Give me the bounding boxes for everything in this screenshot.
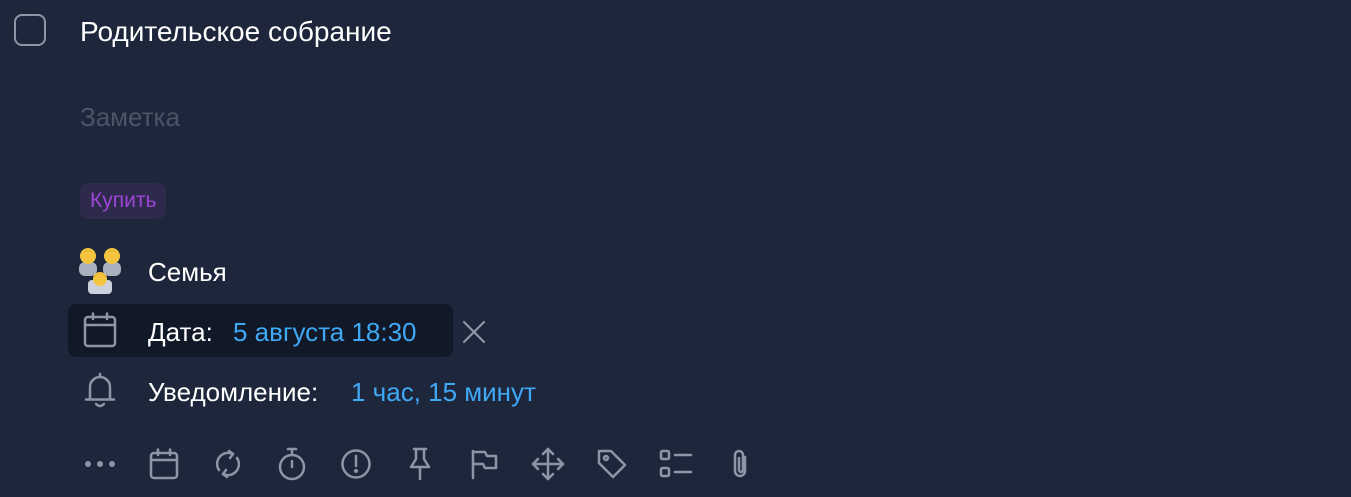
flag-icon[interactable] [452,440,516,488]
repeat-icon[interactable] [196,440,260,488]
date-label: Дата: [148,317,213,347]
note-field[interactable]: Заметка [80,100,180,134]
reminder-value[interactable]: 1 час, 15 минут [351,375,536,409]
family-emoji-icon [70,246,130,294]
priority-icon[interactable] [324,440,388,488]
close-icon[interactable] [458,314,490,350]
reminder-label: Уведомление: [148,377,319,407]
more-icon[interactable] [68,440,132,488]
tag-chip[interactable]: Купить [80,183,167,219]
tag-icon[interactable] [580,440,644,488]
calendar-icon [70,306,130,354]
task-checkbox[interactable] [14,14,46,46]
task-toolbar [68,440,772,488]
date-value[interactable]: 5 августа 18:30 [233,315,417,349]
pin-icon[interactable] [388,440,452,488]
timer-icon[interactable] [260,440,324,488]
list-name[interactable]: Семья [148,255,227,289]
attachment-icon[interactable] [708,440,772,488]
move-icon[interactable] [516,440,580,488]
calendar-icon[interactable] [132,440,196,488]
task-title[interactable]: Родительское собрание [80,14,392,50]
bell-icon [70,366,130,414]
checklist-icon[interactable] [644,440,708,488]
